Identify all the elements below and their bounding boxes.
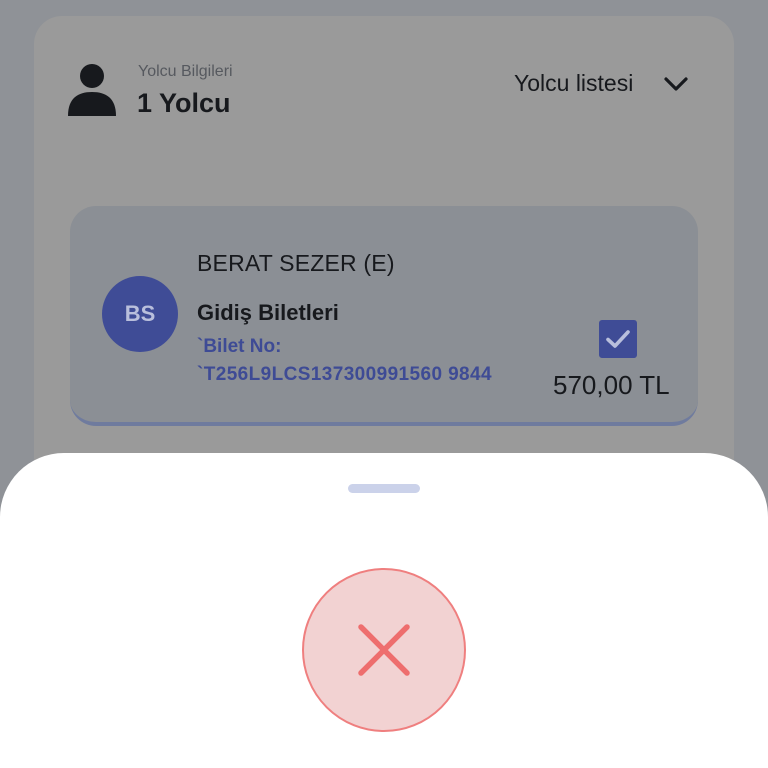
passenger-name: BERAT SEZER (E) (197, 250, 395, 276)
close-icon (358, 624, 410, 676)
passenger-count: 1 Yolcu (137, 88, 231, 118)
passenger-list-label: Yolcu listesi (514, 70, 634, 96)
ticket-number-label: `Bilet No: (197, 336, 282, 357)
passenger-list-toggle[interactable]: Yolcu listesi (514, 70, 689, 97)
person-icon (68, 64, 116, 116)
ticket-select-checkbox[interactable] (599, 320, 637, 358)
ticket-price: 570,00 TL (553, 370, 670, 400)
section-subtitle: Yolcu Bilgileri (138, 63, 233, 80)
avatar: BS (102, 276, 178, 352)
chevron-down-icon (664, 76, 688, 91)
sheet-drag-handle[interactable] (348, 484, 420, 493)
ticket-type: Gidiş Biletleri (197, 300, 339, 325)
ticket-number-value: `T256L9LCS137300991560 9844 (197, 364, 492, 385)
checkmark-icon (606, 330, 630, 348)
